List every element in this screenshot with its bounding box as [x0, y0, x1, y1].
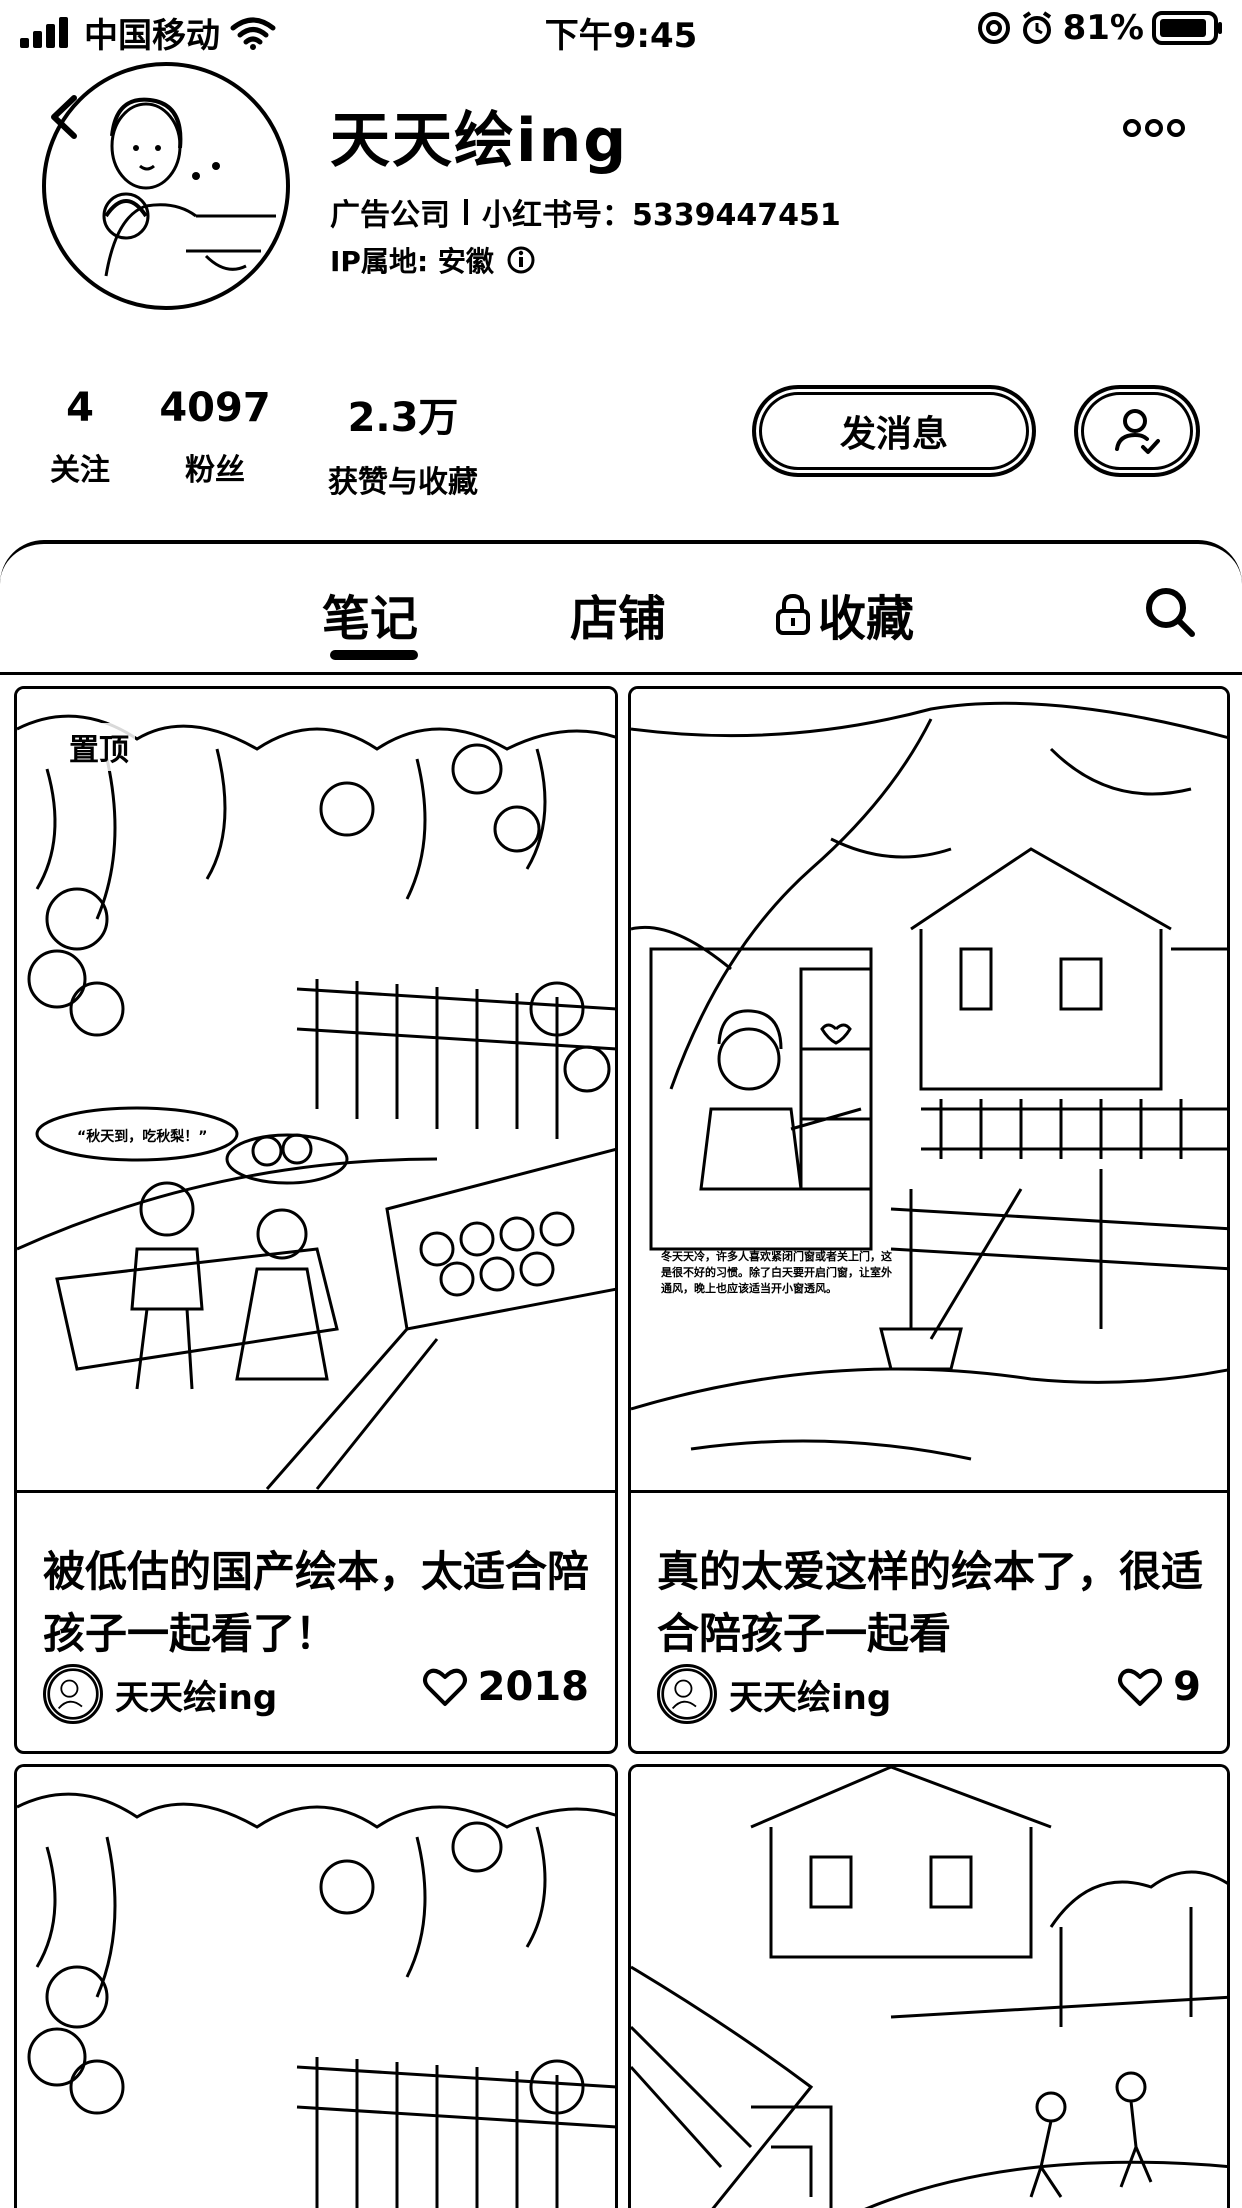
- stat-followers-value: 4097: [159, 385, 271, 431]
- tab-bar: 笔记 店铺 收藏: [0, 540, 1242, 675]
- wifi-icon: [230, 17, 276, 50]
- search-icon[interactable]: [1142, 584, 1198, 640]
- note-author[interactable]: 天天绘ing: [43, 1664, 277, 1724]
- note-cover-image[interactable]: “秋天到，吃秋梨！” 置顶: [17, 689, 615, 1493]
- pinned-badge: 置顶: [63, 723, 135, 771]
- stat-likes-label: 获赞与收藏: [328, 465, 478, 500]
- profile-name: 天天绘ing: [330, 106, 629, 176]
- like-count: 9: [1173, 1664, 1201, 1710]
- send-message-button[interactable]: 发消息: [752, 385, 1036, 477]
- more-icon[interactable]: [1122, 108, 1186, 148]
- at-icon: [977, 12, 1010, 44]
- stat-following-label: 关注: [50, 453, 110, 488]
- ip-location: IP属地: 安徽: [330, 245, 494, 278]
- tab-active-indicator: [330, 650, 418, 660]
- stat-following[interactable]: 4 关注: [40, 385, 120, 489]
- user-check-icon: [1115, 409, 1160, 454]
- note-title[interactable]: 被低估的国产绘本，太适合陪孩子一起看了！: [43, 1541, 603, 1665]
- tab-shop-label: 店铺: [570, 591, 667, 647]
- meta-separator: [464, 199, 468, 225]
- speech-bubble-text: “秋天到，吃秋梨！”: [77, 1128, 207, 1145]
- signal-icon: [20, 16, 68, 48]
- illustration-caption: 冬天天冷，许多人喜欢紧闭门窗或者关上门，这是很不好的习惯。除了白天要开启门窗，让…: [661, 1250, 892, 1295]
- note-card[interactable]: [14, 1764, 618, 2208]
- profile-meta: 广告公司 小红书号：5339447451: [330, 190, 841, 234]
- note-likes[interactable]: 9: [1117, 1664, 1201, 1710]
- note-cover-image[interactable]: 冬天天冷，许多人喜欢紧闭门窗或者关上门，这是很不好的习惯。除了白天要开启门窗，让…: [631, 689, 1227, 1493]
- stat-likes-value: 2.3万: [347, 395, 459, 441]
- note-cover-image[interactable]: [17, 1767, 615, 2208]
- note-author[interactable]: 天天绘ing: [657, 1664, 891, 1724]
- follow-button[interactable]: [1074, 385, 1200, 477]
- like-count: 2018: [477, 1664, 589, 1710]
- profile-tag: 广告公司: [330, 198, 450, 233]
- battery-percent: 81%: [1062, 8, 1144, 48]
- status-left: 中国移动: [18, 8, 276, 57]
- profile-ip: IP属地: 安徽: [330, 240, 536, 280]
- status-right: 81%: [977, 8, 1224, 48]
- author-avatar: [657, 1664, 717, 1724]
- stat-followers-label: 粉丝: [185, 453, 245, 488]
- alarm-icon: [1022, 11, 1051, 44]
- heart-icon: [422, 1668, 467, 1706]
- profile-id: 小红书号：5339447451: [482, 190, 841, 234]
- author-name: 天天绘ing: [729, 1677, 892, 1718]
- winter-window-illustration: 冬天天冷，许多人喜欢紧闭门窗或者关上门，这是很不好的习惯。除了白天要开启门窗，让…: [631, 701, 1227, 1461]
- tab-notes[interactable]: 笔记: [322, 579, 418, 649]
- note-card[interactable]: “秋天到，吃秋梨！” 置顶 被低估的国产绘本，太适合陪孩子一起看了！ 天天绘in…: [14, 686, 618, 1754]
- stat-followers[interactable]: 4097 粉丝: [150, 385, 280, 489]
- battery-icon: [1152, 11, 1222, 45]
- profile-id-label: 小红书号：: [482, 198, 632, 233]
- tab-collections[interactable]: 收藏: [774, 579, 914, 649]
- stat-likes[interactable]: 2.3万 获赞与收藏: [308, 385, 498, 501]
- heart-icon: [1118, 1668, 1163, 1706]
- info-icon[interactable]: [506, 245, 536, 275]
- tab-notes-label: 笔记: [322, 591, 419, 647]
- note-likes[interactable]: 2018: [422, 1664, 589, 1710]
- note-card[interactable]: 冬天天冷，许多人喜欢紧闭门窗或者关上门，这是很不好的习惯。除了白天要开启门窗，让…: [628, 686, 1230, 1754]
- tab-shop[interactable]: 店铺: [570, 579, 666, 649]
- orchard-illustration: [17, 1792, 615, 2208]
- lock-icon: [776, 593, 810, 635]
- winter-village-illustration: [631, 1767, 1227, 2208]
- stat-following-value: 4: [66, 385, 94, 431]
- status-bar: 中国移动 下午9:45 81%: [0, 0, 1242, 62]
- carrier-name: 中国移动: [84, 16, 220, 56]
- orchard-illustration: “秋天到，吃秋梨！”: [17, 714, 615, 1490]
- note-title[interactable]: 真的太爱这样的绘本了，很适合陪孩子一起看: [657, 1541, 1217, 1665]
- profile-id-value: 5339447451: [632, 198, 841, 233]
- author-name: 天天绘ing: [115, 1677, 278, 1718]
- author-avatar: [43, 1664, 103, 1724]
- note-cover-image[interactable]: [631, 1767, 1227, 2208]
- tab-collections-label: 收藏: [818, 591, 915, 647]
- back-icon[interactable]: [40, 92, 90, 142]
- note-card[interactable]: [628, 1764, 1230, 2208]
